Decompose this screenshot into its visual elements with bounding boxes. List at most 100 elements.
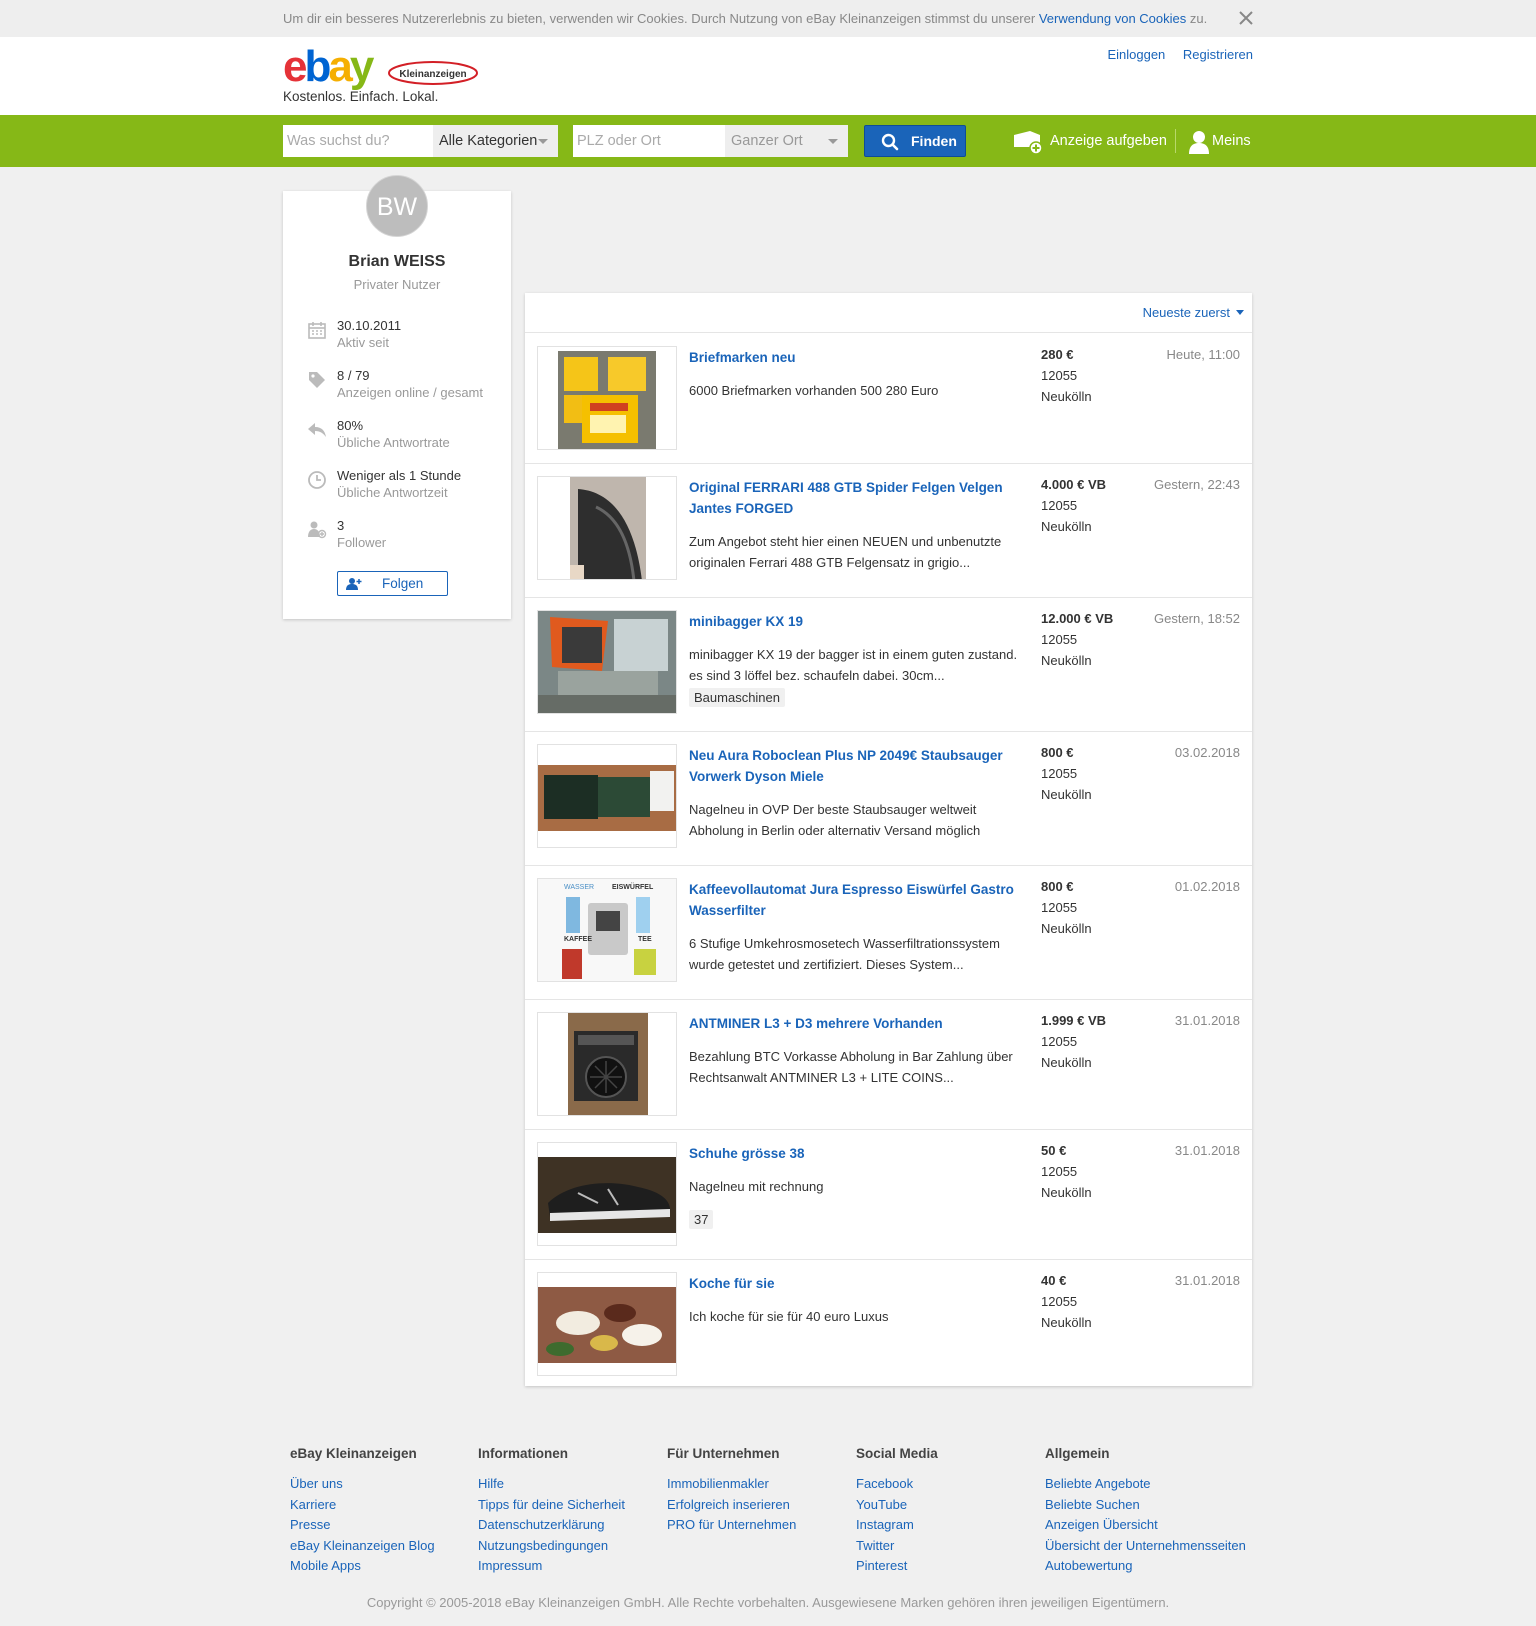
footer-link[interactable]: Erfolgreich inserieren xyxy=(667,1495,857,1516)
list-item[interactable]: WASSER EISWÜRFEL KAFFEE TEE Kaffeevollau… xyxy=(525,866,1252,1000)
footer-link[interactable]: Nutzungsbedingungen xyxy=(478,1536,668,1557)
ad-city: Neukölln xyxy=(1041,1185,1092,1200)
footer-link[interactable]: Instagram xyxy=(856,1515,1046,1536)
footer-link[interactable]: Karriere xyxy=(290,1495,480,1516)
cookie-policy-link[interactable]: Verwendung von Cookies xyxy=(1039,11,1186,26)
ad-thumbnail[interactable] xyxy=(537,610,677,714)
list-item[interactable]: minibagger KX 19 minibagger KX 19 der ba… xyxy=(525,598,1252,732)
ad-price: 50 € xyxy=(1041,1143,1067,1158)
ad-title[interactable]: ANTMINER L3 + D3 mehrere Vorhanden xyxy=(689,1013,1024,1034)
ad-thumbnail[interactable] xyxy=(537,744,677,848)
ad-price: 4.000 € VB xyxy=(1041,477,1107,492)
close-icon[interactable] xyxy=(1236,8,1256,28)
ad-title[interactable]: Briefmarken neu xyxy=(689,347,1024,368)
list-item[interactable]: Schuhe grösse 38 Nagelneu mit rechnung 3… xyxy=(525,1130,1252,1260)
follow-button[interactable]: Folgen xyxy=(337,571,448,596)
ad-title[interactable]: Neu Aura Roboclean Plus NP 2049€ Staubsa… xyxy=(689,745,1024,787)
ad-title[interactable]: Kaffeevollautomat Jura Espresso Eiswürfe… xyxy=(689,879,1024,921)
ad-description: Nagelneu in OVP Der beste Staubsauger we… xyxy=(689,802,981,838)
footer-link[interactable]: Facebook xyxy=(856,1474,1046,1495)
post-ad-icon xyxy=(1014,131,1043,155)
post-ad-button[interactable]: Anzeige aufgeben xyxy=(1010,129,1167,155)
footer-link[interactable]: Immobilienmakler xyxy=(667,1474,857,1495)
footer-link[interactable]: Presse xyxy=(290,1515,480,1536)
footer-link[interactable]: Anzeigen Übersicht xyxy=(1045,1515,1235,1536)
ad-thumbnail[interactable] xyxy=(537,1142,677,1246)
thumb-label-tee: TEE xyxy=(638,936,652,943)
footer-link[interactable]: Beliebte Angebote xyxy=(1045,1474,1235,1495)
footer-column-allgemein: Allgemein Beliebte Angebote Beliebte Suc… xyxy=(1045,1446,1246,1577)
list-item[interactable]: Koche für sie Ich koche für sie für 40 e… xyxy=(525,1260,1252,1386)
query-box: Alle Kategorien xyxy=(283,125,558,157)
location-input[interactable] xyxy=(573,125,725,157)
ad-description: Zum Angebot steht hier einen NEUEN und u… xyxy=(689,534,1002,570)
ad-thumbnail[interactable]: WASSER EISWÜRFEL KAFFEE TEE xyxy=(537,878,677,982)
footer-link[interactable]: Über uns xyxy=(290,1474,480,1495)
category-select[interactable]: Alle Kategorien xyxy=(433,125,558,157)
ad-thumbnail[interactable] xyxy=(537,1272,677,1376)
list-item[interactable]: Original FERRARI 488 GTB Spider Felgen V… xyxy=(525,464,1252,598)
footer-link[interactable]: YouTube xyxy=(856,1495,1046,1516)
profile-name: Brian WEISS xyxy=(348,253,446,270)
ad-city: Neukölln xyxy=(1041,519,1092,534)
ad-thumbnail[interactable] xyxy=(537,476,677,580)
register-link[interactable]: Registrieren xyxy=(1183,47,1253,62)
find-button[interactable]: Finden xyxy=(864,125,966,157)
footer-link[interactable]: PRO für Unternehmen xyxy=(667,1515,857,1536)
ebay-kleinanzeigen-logo[interactable]: ebay Kleinanzeigen xyxy=(283,42,483,91)
footer-link[interactable]: Mobile Apps xyxy=(290,1556,480,1577)
footer-link[interactable]: Tipps für deine Sicherheit xyxy=(478,1495,668,1516)
stat-value: 8 / 79 xyxy=(337,368,370,383)
footer-link[interactable]: Pinterest xyxy=(856,1556,1046,1577)
footer-link[interactable]: Hilfe xyxy=(478,1474,668,1495)
ad-price: 12.000 € VB xyxy=(1041,611,1114,626)
logo-badge-text: Kleinanzeigen xyxy=(399,69,466,80)
footer-column-title: eBay Kleinanzeigen xyxy=(290,1446,417,1461)
ad-zip: 12055 xyxy=(1041,900,1078,915)
stat-value: 80% xyxy=(337,418,364,433)
ad-title[interactable]: Schuhe grösse 38 xyxy=(689,1143,1024,1164)
ad-thumbnail[interactable] xyxy=(537,1012,677,1116)
ad-city: Neukölln xyxy=(1041,787,1092,802)
tagline: Kostenlos. Einfach. Lokal. xyxy=(283,89,439,104)
ad-zip: 12055 xyxy=(1041,368,1078,383)
footer-link[interactable]: Datenschutzerklärung xyxy=(478,1515,668,1536)
stat-label: Anzeigen online / gesamt xyxy=(337,385,483,400)
footer-link[interactable]: Autobewertung xyxy=(1045,1556,1235,1577)
ad-title[interactable]: minibagger KX 19 xyxy=(689,611,1024,632)
profile-card: BW Brian WEISS Privater Nutzer 30.10.201… xyxy=(283,175,511,619)
ad-city: Neukölln xyxy=(1041,1315,1092,1330)
footer-link[interactable]: Übersicht der Unternehmensseiten xyxy=(1045,1536,1246,1557)
footer-link[interactable]: eBay Kleinanzeigen Blog xyxy=(290,1536,480,1557)
logo-letter-y: y xyxy=(350,43,375,91)
category-value: Alle Kategorien xyxy=(439,133,538,149)
ad-title[interactable]: Koche für sie xyxy=(689,1273,1024,1294)
stat-value: Weniger als 1 Stunde xyxy=(337,468,462,483)
followers-icon xyxy=(308,521,327,539)
stat-ads-count: 8 / 79 Anzeigen online / gesamt xyxy=(307,368,507,404)
sort-select[interactable]: Neueste zuerst xyxy=(1143,305,1230,320)
login-link[interactable]: Einloggen xyxy=(1107,47,1165,62)
ad-description: Nagelneu mit rechnung xyxy=(689,1179,824,1194)
ad-thumbnail[interactable] xyxy=(537,346,677,450)
meins-button[interactable]: Meins xyxy=(1188,129,1251,155)
ad-price: 280 € xyxy=(1041,347,1074,362)
tag-icon xyxy=(309,372,325,388)
footer-link[interactable]: Impressum xyxy=(478,1556,668,1577)
list-item[interactable]: Briefmarken neu 6000 Briefmarken vorhand… xyxy=(525,334,1252,464)
radius-select[interactable]: Ganzer Ort xyxy=(725,125,848,157)
radius-value: Ganzer Ort xyxy=(731,133,803,149)
ad-price: 800 € xyxy=(1041,879,1074,894)
footer-link[interactable]: Twitter xyxy=(856,1536,1046,1557)
post-ad-label: Anzeige aufgeben xyxy=(1050,133,1167,149)
ad-title[interactable]: Original FERRARI 488 GTB Spider Felgen V… xyxy=(689,477,1024,519)
list-item[interactable]: Neu Aura Roboclean Plus NP 2049€ Staubsa… xyxy=(525,732,1252,866)
list-item[interactable]: ANTMINER L3 + D3 mehrere Vorhanden Bezah… xyxy=(525,1000,1252,1130)
site-header: ebay Kleinanzeigen Kostenlos. Einfach. L… xyxy=(0,37,1536,115)
ad-city: Neukölln xyxy=(1041,921,1092,936)
footer-link[interactable]: Beliebte Suchen xyxy=(1045,1495,1235,1516)
ad-description: 6 Stufige Umkehrosmosetech Wasserfiltrat… xyxy=(689,936,1000,972)
add-user-icon xyxy=(346,578,362,590)
ad-description: minibagger KX 19 der bagger ist in einem… xyxy=(689,647,1018,683)
search-input[interactable] xyxy=(283,125,433,157)
